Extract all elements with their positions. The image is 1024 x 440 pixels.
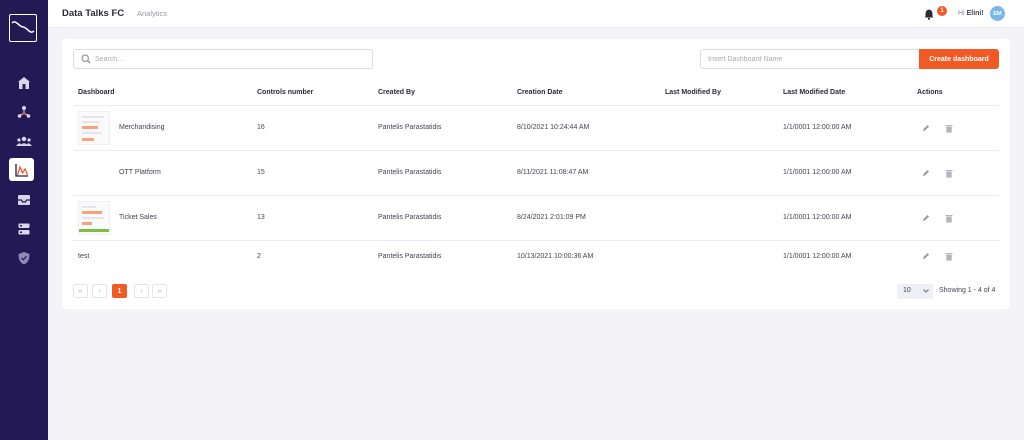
column-header-dashboard[interactable]: Dashboard <box>78 89 115 96</box>
edit-icon[interactable] <box>922 252 930 260</box>
sidebar-item-inbox[interactable] <box>11 189 37 211</box>
bell-icon <box>924 9 934 20</box>
dashboard-thumbnail[interactable] <box>78 111 110 145</box>
dashboard-thumbnail[interactable] <box>78 201 110 235</box>
creation-date: 8/10/2021 10:24:44 AM <box>517 124 590 131</box>
app-title: Data Talks FC <box>62 8 125 19</box>
last-modified-date: 1/1/0001 12:00:00 AM <box>783 214 852 221</box>
column-header-creation-date[interactable]: Creation Date <box>517 89 563 96</box>
create-dashboard-button[interactable]: Create dashboard <box>919 49 999 69</box>
analytics-icon <box>14 163 28 177</box>
dashboard-name[interactable]: Merchandising <box>119 124 165 131</box>
sidebar <box>0 0 48 440</box>
column-header-controls[interactable]: Controls number <box>257 89 313 96</box>
home-icon <box>18 77 30 89</box>
page-size-value: 10 <box>903 287 911 294</box>
dashboard-name[interactable]: OTT Platform <box>119 169 161 176</box>
table-row[interactable]: OTT Platform 15 Pantelis Parastatidis 8/… <box>73 151 999 196</box>
app-logo[interactable] <box>9 14 37 42</box>
search-box[interactable] <box>73 49 373 69</box>
logo-wave-icon <box>11 21 35 33</box>
creation-date: 8/24/2021 2:01:09 PM <box>517 214 586 221</box>
column-header-last-modified-date[interactable]: Last Modified Date <box>783 89 845 96</box>
delete-icon[interactable] <box>945 124 953 133</box>
sidebar-item-security[interactable] <box>11 247 37 269</box>
table-row[interactable]: test 2 Pantelis Parastatidis 10/13/2021 … <box>73 241 999 271</box>
top-header: Data Talks FC Analytics 1 Hi Elini! EM <box>48 0 1024 28</box>
controls-number: 13 <box>257 214 265 221</box>
sidebar-item-analytics[interactable] <box>9 158 34 181</box>
next-page-button[interactable]: › <box>134 284 149 298</box>
shield-icon <box>18 252 30 265</box>
network-icon <box>17 106 31 118</box>
page-size-select[interactable]: 10 <box>897 284 933 299</box>
controls-number: 2 <box>257 253 261 260</box>
user-greeting: Hi Elini! <box>958 10 984 17</box>
users-icon <box>16 136 32 146</box>
delete-icon[interactable] <box>945 169 953 178</box>
search-input[interactable] <box>95 53 355 66</box>
last-page-button[interactable]: » <box>152 284 167 298</box>
greeting-prefix: Hi <box>958 10 965 17</box>
search-icon <box>81 54 91 64</box>
last-modified-date: 1/1/0001 12:00:00 AM <box>783 169 852 176</box>
results-count: Showing 1 - 4 of 4 <box>939 287 996 294</box>
avatar[interactable]: EM <box>990 6 1005 21</box>
sidebar-item-database[interactable] <box>11 218 37 240</box>
notification-badge[interactable]: 1 <box>937 6 947 16</box>
notification-bell[interactable] <box>924 7 934 25</box>
dashboard-name-input[interactable] <box>708 53 908 66</box>
created-by: Pantelis Parastatidis <box>378 124 442 131</box>
database-icon <box>18 223 30 235</box>
chevron-down-icon <box>923 289 929 293</box>
edit-icon[interactable] <box>922 124 930 132</box>
dashboard-name-box[interactable] <box>700 49 918 69</box>
column-header-actions: Actions <box>917 89 943 96</box>
created-by: Pantelis Parastatidis <box>378 169 442 176</box>
created-by: Pantelis Parastatidis <box>378 214 442 221</box>
edit-icon[interactable] <box>922 169 930 177</box>
delete-icon[interactable] <box>945 214 953 223</box>
last-modified-date: 1/1/0001 12:00:00 AM <box>783 124 852 131</box>
dashboards-card: Create dashboard Dashboard Controls numb… <box>62 39 1010 309</box>
last-modified-date: 1/1/0001 12:00:00 AM <box>783 253 852 260</box>
breadcrumb-section[interactable]: Analytics <box>137 9 167 18</box>
dashboard-name[interactable]: test <box>78 253 89 260</box>
edit-icon[interactable] <box>922 214 930 222</box>
sidebar-item-network[interactable] <box>11 101 37 123</box>
controls-number: 16 <box>257 124 265 131</box>
page-button-current[interactable]: 1 <box>112 284 127 298</box>
table-row[interactable]: Ticket Sales 13 Pantelis Parastatidis 8/… <box>73 196 999 241</box>
sidebar-item-users[interactable] <box>11 130 37 152</box>
column-header-created-by[interactable]: Created By <box>378 89 415 96</box>
prev-page-button[interactable]: ‹ <box>92 284 107 298</box>
delete-icon[interactable] <box>945 252 953 261</box>
column-header-last-modified-by[interactable]: Last Modified By <box>665 89 721 96</box>
inbox-icon <box>18 195 30 205</box>
created-by: Pantelis Parastatidis <box>378 253 442 260</box>
dashboard-name[interactable]: Ticket Sales <box>119 214 157 221</box>
creation-date: 8/11/2021 11:08:47 AM <box>517 169 589 176</box>
sidebar-item-home[interactable] <box>11 72 37 94</box>
user-name: Elini! <box>966 10 984 17</box>
creation-date: 10/13/2021 10:00:36 AM <box>517 253 594 260</box>
controls-number: 15 <box>257 169 265 176</box>
table-row[interactable]: Merchandising 16 Pantelis Parastatidis 8… <box>73 106 999 151</box>
first-page-button[interactable]: « <box>73 284 88 298</box>
